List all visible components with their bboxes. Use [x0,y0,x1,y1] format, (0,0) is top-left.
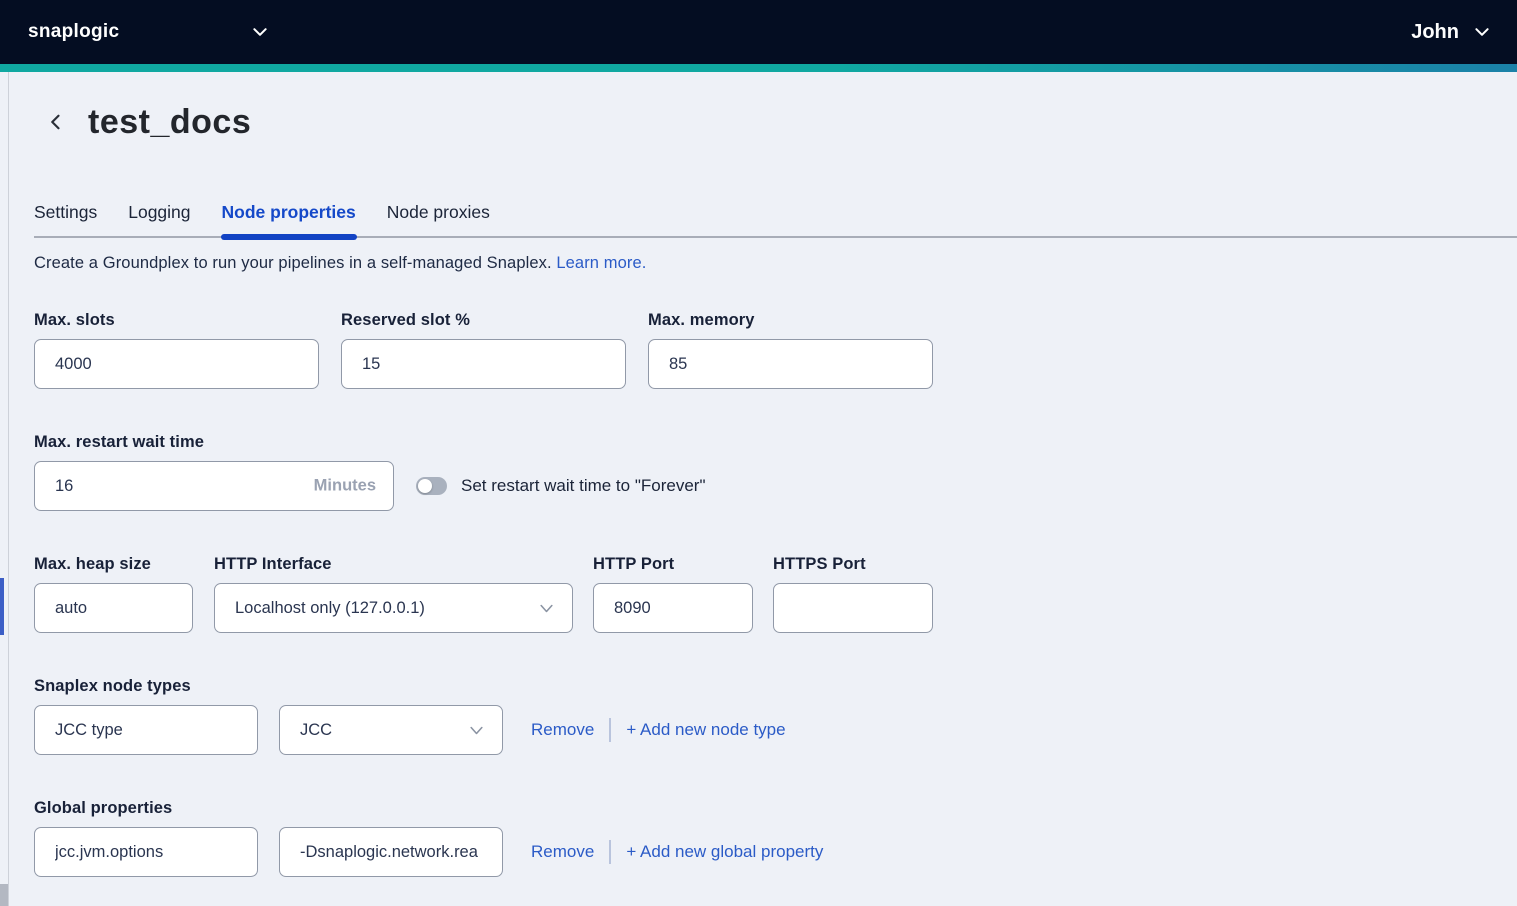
max-memory-input[interactable] [648,339,933,389]
http-interface-select[interactable]: Localhost only (127.0.0.1) [214,583,573,633]
node-type-key-input[interactable] [34,705,258,755]
global-property-key-input[interactable] [34,827,258,877]
max-restart-wait-input[interactable] [34,461,394,511]
max-heap-label: Max. heap size [34,555,193,574]
user-menu[interactable]: John [1411,21,1491,44]
teal-accent-bar [0,64,1517,72]
tab-logging[interactable]: Logging [128,202,190,236]
user-dropdown-chevron-icon [1473,23,1491,41]
tab-settings[interactable]: Settings [34,202,97,236]
max-slots-input[interactable] [34,339,319,389]
max-heap-input[interactable] [34,583,193,633]
node-type-value: JCC [300,721,467,740]
max-restart-wait-label: Max. restart wait time [34,433,1517,452]
intro-text: Create a Groundplex to run your pipeline… [34,254,1517,273]
topbar: snaplogic John [0,0,1517,64]
toggle-knob [418,479,432,493]
title-row: test_docs [34,72,1517,146]
global-properties-label: Global properties [34,799,1517,818]
left-gutter-block [0,884,8,906]
http-port-label: HTTP Port [593,555,753,574]
reserved-slot-label: Reserved slot % [341,311,626,330]
org-dropdown-chevron-icon[interactable] [251,23,269,41]
tab-bar: Settings Logging Node properties Node pr… [34,202,1517,238]
forever-toggle-label: Set restart wait time to "Forever" [461,476,705,496]
node-type-value-select[interactable]: JCC [279,705,503,755]
section-node-types: Snaplex node types JCC Remove + Add new … [34,677,1517,755]
back-button[interactable] [44,105,68,139]
global-property-row: Remove + Add new global property [34,827,1517,877]
add-global-property-link[interactable]: + Add new global property [626,842,823,862]
forever-toggle[interactable] [416,477,447,495]
node-type-row: JCC Remove + Add new node type [34,705,1517,755]
left-scrollbar-thumb[interactable] [0,578,4,635]
link-divider [609,718,611,742]
https-port-label: HTTPS Port [773,555,933,574]
global-property-value-input[interactable] [279,827,503,877]
tab-node-proxies[interactable]: Node proxies [387,202,490,236]
tab-node-properties[interactable]: Node properties [222,202,356,236]
chevron-down-icon [537,599,556,618]
http-interface-label: HTTP Interface [214,555,573,574]
page-title: test_docs [88,98,251,146]
https-port-input[interactable] [773,583,933,633]
snaplogic-logo: snaplogic [28,21,119,43]
add-node-type-link[interactable]: + Add new node type [626,720,785,740]
http-port-input[interactable] [593,583,753,633]
intro-sentence: Create a Groundplex to run your pipeline… [34,254,552,272]
section-network: Max. heap size HTTP Interface Localhost … [34,555,1517,633]
http-interface-value: Localhost only (127.0.0.1) [235,599,537,618]
remove-global-property-link[interactable]: Remove [531,842,594,862]
learn-more-link[interactable]: Learn more. [556,254,646,272]
reserved-slot-input[interactable] [341,339,626,389]
section-limits: Max. slots Reserved slot % Max. memory [34,311,1517,389]
main-panel: test_docs Settings Logging Node properti… [8,72,1517,906]
max-memory-label: Max. memory [648,311,933,330]
user-name: John [1411,21,1459,44]
node-types-label: Snaplex node types [34,677,1517,696]
section-global-properties: Global properties Remove + Add new globa… [34,799,1517,877]
chevron-down-icon [467,721,486,740]
link-divider [609,840,611,864]
max-slots-label: Max. slots [34,311,319,330]
forever-toggle-group: Set restart wait time to "Forever" [416,476,705,496]
section-restart-wait: Max. restart wait time Minutes Set resta… [34,433,1517,511]
remove-node-type-link[interactable]: Remove [531,720,594,740]
